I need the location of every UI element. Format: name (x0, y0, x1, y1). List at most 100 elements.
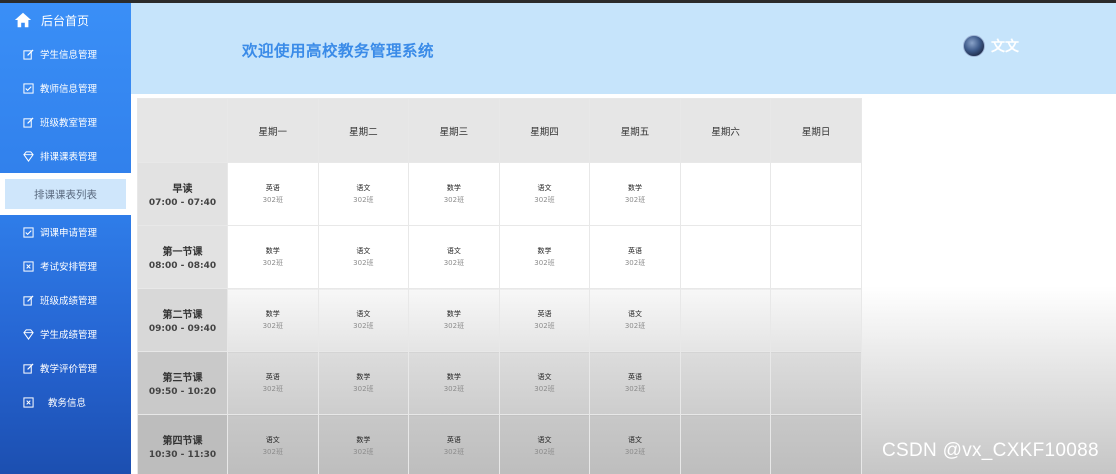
schedule-cell[interactable]: 数学 302班 (589, 162, 681, 226)
table-row: 第二节课 09:00 - 09:40 数学 302班 语文 302班 数学 302班 英语 302… (137, 288, 862, 352)
schedule-cell[interactable]: 语文 302班 (589, 414, 681, 474)
table-row: 第一节课 08:00 - 08:40 数学 302班 语文 302班 语文 302班 数学 302… (137, 225, 862, 289)
schedule-cell[interactable] (770, 351, 862, 415)
sidebar-menu-lower: 调课申请管理 考试安排管理 班级成绩管理 学生成绩管理 教学评价管理 教务信息 (0, 215, 131, 419)
sidebar-home[interactable]: 后台首页 (0, 3, 131, 37)
subject-text: 语文 (356, 184, 371, 192)
sidebar-item-label: 教学评价管理 (40, 364, 98, 375)
edit-icon (23, 362, 34, 374)
schedule-cell[interactable]: 语文 302班 (589, 288, 681, 352)
class-text: 302班 (443, 385, 465, 393)
schedule-cell[interactable] (679, 225, 772, 289)
class-text: 302班 (353, 448, 374, 456)
schedule-cell[interactable]: 英语 302班 (589, 351, 681, 415)
schedule-cell[interactable]: 数学 302班 (227, 288, 319, 352)
class-text: 302班 (262, 259, 283, 267)
class-text: 302班 (262, 385, 283, 393)
edit-icon (23, 48, 34, 60)
content-background (862, 98, 1116, 474)
schedule-cell[interactable]: 英语 302班 (589, 225, 681, 289)
schedule-cell[interactable]: 语文 302班 (498, 351, 591, 415)
period-label-cell: 第四节课 10:30 - 11:30 (137, 414, 228, 474)
schedule-cell[interactable] (770, 225, 862, 289)
period-time: 09:50 - 10:20 (148, 387, 217, 397)
sidebar-item-label: 考试安排管理 (40, 262, 98, 273)
schedule-cell[interactable] (770, 288, 862, 352)
subject-text: 语文 (356, 247, 371, 255)
timetable-header-row: 星期一 星期二 星期三 星期四 星期五 星期六 星期日 (137, 98, 862, 163)
class-text: 302班 (443, 322, 465, 330)
avatar[interactable] (963, 35, 985, 57)
sidebar-item-student-info[interactable]: 学生信息管理 (0, 37, 131, 71)
table-row: 第四节课 10:30 - 11:30 语文 302班 数学 302班 英语 302班 语文 302… (137, 414, 862, 474)
class-text: 302班 (443, 448, 465, 456)
schedule-cell[interactable]: 英语 302班 (227, 162, 319, 226)
schedule-cell[interactable]: 数学 302班 (498, 225, 591, 289)
day-header: 星期五 (589, 98, 681, 163)
schedule-cell[interactable] (679, 288, 772, 352)
subject-text: 语文 (265, 436, 280, 444)
checkbox-icon (23, 82, 34, 94)
schedule-cell[interactable]: 英语 302班 (227, 351, 319, 415)
period-name: 早读 (172, 184, 193, 195)
schedule-cell[interactable]: 英语 302班 (498, 288, 591, 352)
sidebar-home-label: 后台首页 (41, 13, 90, 28)
schedule-cell[interactable]: 语文 302班 (498, 414, 591, 474)
subject-text: 数学 (265, 247, 280, 255)
watermark: CSDN @vx_CXKF10088 (882, 440, 1099, 461)
schedule-cell[interactable]: 语文 302班 (227, 414, 319, 474)
diamond-icon (23, 150, 34, 162)
schedule-cell[interactable]: 数学 302班 (317, 351, 410, 415)
table-row: 第三节课 09:50 - 10:20 英语 302班 数学 302班 数学 302班 语文 302… (137, 351, 862, 415)
schedule-cell[interactable] (770, 414, 862, 474)
schedule-cell[interactable]: 语文 302班 (408, 225, 500, 289)
subject-text: 数学 (446, 373, 461, 381)
schedule-cell[interactable]: 数学 302班 (408, 162, 500, 226)
schedule-cell[interactable]: 语文 302班 (317, 288, 410, 352)
day-header: 星期二 (317, 98, 410, 163)
schedule-cell[interactable]: 语文 302班 (317, 225, 410, 289)
user-menu[interactable]: 文文 (963, 35, 1019, 57)
sidebar-item-schedule[interactable]: 排课课表管理 (0, 139, 131, 173)
sidebar-item-label: 学生信息管理 (40, 50, 98, 61)
schedule-cell[interactable]: 数学 302班 (408, 288, 500, 352)
sidebar-item-student-grades[interactable]: 学生成绩管理 (0, 317, 131, 351)
schedule-cell[interactable] (679, 162, 772, 226)
sidebar-item-reschedule[interactable]: 调课申请管理 (0, 215, 131, 249)
schedule-cell[interactable]: 英语 302班 (408, 414, 500, 474)
schedule-cell[interactable] (679, 351, 772, 415)
day-header: 星期四 (498, 98, 591, 163)
class-text: 302班 (534, 196, 555, 204)
class-text: 302班 (624, 322, 646, 330)
schedule-cell[interactable]: 数学 302班 (408, 351, 500, 415)
close-square-icon (23, 396, 34, 408)
subject-text: 英语 (628, 373, 643, 381)
edit-icon (23, 116, 34, 128)
class-text: 302班 (534, 385, 555, 393)
subject-text: 语文 (356, 310, 371, 318)
schedule-cell[interactable]: 数学 302班 (317, 414, 410, 474)
diamond-icon (23, 328, 34, 340)
class-text: 302班 (353, 322, 374, 330)
schedule-cell[interactable]: 语文 302班 (498, 162, 591, 226)
sidebar-item-teaching-eval[interactable]: 教学评价管理 (0, 351, 131, 385)
schedule-cell[interactable] (770, 162, 862, 226)
sidebar-item-class-room[interactable]: 班级教室管理 (0, 105, 131, 139)
day-header: 星期日 (770, 98, 862, 163)
class-text: 302班 (262, 196, 283, 204)
sidebar-item-exam[interactable]: 考试安排管理 (0, 249, 131, 283)
submenu-item-schedule-list[interactable]: 排课课表列表 (5, 179, 126, 209)
schedule-cell[interactable]: 数学 302班 (227, 225, 319, 289)
schedule-cell[interactable] (679, 414, 772, 474)
subject-text: 英语 (265, 373, 280, 381)
subject-text: 语文 (628, 310, 643, 318)
schedule-cell[interactable]: 语文 302班 (317, 162, 410, 226)
subject-text: 数学 (628, 184, 643, 192)
class-text: 302班 (534, 322, 555, 330)
sidebar-item-teacher-info[interactable]: 教师信息管理 (0, 71, 131, 105)
sidebar-item-academic-info[interactable]: 教务信息 (0, 385, 131, 419)
subject-text: 语文 (537, 373, 552, 381)
sidebar-item-label: 教师信息管理 (40, 84, 98, 95)
sidebar-item-class-grades[interactable]: 班级成绩管理 (0, 283, 131, 317)
class-text: 302班 (262, 448, 283, 456)
